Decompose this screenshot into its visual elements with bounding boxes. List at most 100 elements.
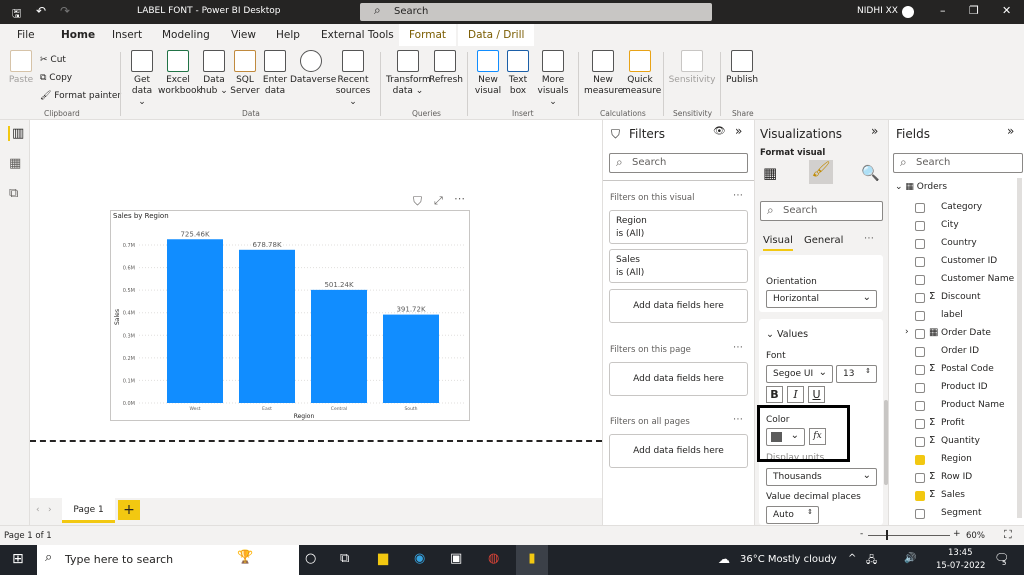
data-hub-button[interactable]: Data hub ⌄ (200, 46, 228, 97)
recent-sources-button[interactable]: Recent sources ⌄ (333, 46, 373, 108)
new-visual-button[interactable]: New visual (474, 46, 502, 97)
add-fields-page[interactable]: Add data fields here (609, 362, 748, 396)
field-item[interactable]: Σ Profit (915, 416, 1024, 434)
save-icon[interactable]: 🖫 (12, 5, 21, 24)
tab-home[interactable]: Home (61, 29, 96, 49)
viz-search[interactable]: Search (760, 201, 883, 221)
more-options-icon[interactable]: ⋯ (454, 192, 465, 205)
field-item[interactable]: Product Name (915, 398, 1024, 416)
field-item[interactable]: Customer Name (915, 272, 1024, 290)
filter-icon[interactable]: ⛉ (413, 194, 422, 209)
data-view-icon[interactable]: ▦ (9, 156, 21, 171)
clock-date[interactable]: 15-07-2022 (936, 561, 985, 571)
field-checkbox[interactable] (915, 437, 925, 447)
transform-data-button[interactable]: Transform data ⌄ (386, 46, 431, 97)
field-item[interactable]: Region (915, 452, 1024, 470)
field-checkbox[interactable] (915, 491, 925, 501)
field-item[interactable]: Category (915, 200, 1024, 218)
text-box-button[interactable]: Text box (506, 46, 530, 97)
chevron-right-icon[interactable]: › (905, 327, 909, 337)
taskbar-search[interactable]: ⌕ Type here to search 🏆 (37, 545, 299, 575)
font-dropdown[interactable]: Segoe UI ⌄ (766, 365, 833, 383)
sensitivity-button[interactable]: Sensitivity (668, 46, 716, 86)
tab-visual[interactable]: Visual (763, 235, 793, 251)
field-item[interactable]: Product ID (915, 380, 1024, 398)
analytics-icon[interactable]: 🔍 (861, 164, 880, 182)
tab-file[interactable]: File (17, 29, 35, 41)
title-search[interactable]: ⌕ Search (360, 3, 712, 21)
field-checkbox[interactable] (915, 257, 925, 267)
more-options-icon[interactable]: ⋯ (864, 233, 874, 244)
field-checkbox[interactable] (915, 419, 925, 429)
italic-button[interactable]: I (787, 386, 804, 403)
field-item[interactable]: Σ Postal Code (915, 362, 1024, 380)
cut-button[interactable]: ✂ Cut (40, 55, 66, 66)
field-item[interactable]: label (915, 308, 1024, 326)
field-item[interactable]: › ▦ Order Date (905, 326, 1024, 344)
field-item[interactable]: Σ Quantity (915, 434, 1024, 452)
bar-chart-visual[interactable]: Sales by Region 0.0M 0.1M 0.2M 0.3M 0.4M 0.5M… (110, 210, 470, 421)
close-icon[interactable]: ✕ (1002, 4, 1011, 17)
zoom-slider-thumb[interactable] (886, 530, 888, 540)
orientation-dropdown[interactable]: Horizontal ⌄ (766, 290, 877, 308)
collapse-icon[interactable]: » (735, 124, 742, 138)
model-view-icon[interactable]: ⧉ (9, 186, 18, 201)
more-options-icon[interactable]: ⋯ (733, 190, 743, 201)
avatar[interactable] (902, 6, 914, 18)
decimal-places-stepper[interactable]: Auto ⇕ (766, 506, 819, 524)
task-view-icon[interactable]: ⧉ (340, 551, 349, 566)
field-checkbox[interactable] (915, 347, 925, 357)
format-painter-button[interactable]: 🖌 Format painter (40, 91, 121, 102)
filters-search[interactable]: Search (609, 153, 748, 173)
field-item[interactable]: Customer ID (915, 254, 1024, 272)
file-explorer-icon[interactable]: ▆ (378, 551, 388, 566)
volume-icon[interactable]: 🔊 (904, 553, 916, 564)
next-page-icon[interactable]: › (48, 505, 52, 515)
publish-button[interactable]: Publish (726, 46, 758, 86)
redo-icon[interactable]: ↷ (60, 4, 70, 18)
zoom-in-button[interactable]: + (953, 529, 961, 539)
field-item[interactable]: Segment (915, 506, 1024, 524)
field-checkbox[interactable] (915, 365, 925, 375)
weather-text[interactable]: 36°C Mostly cloudy (740, 554, 837, 565)
format-visual-icon[interactable]: 🖌 (809, 160, 833, 184)
more-visuals-button[interactable]: More visuals ⌄ (533, 46, 573, 108)
chrome-icon[interactable]: ◍ (488, 551, 499, 566)
page-tab[interactable]: Page 1 (62, 498, 115, 523)
tray-chevron-icon[interactable]: ^ (848, 553, 856, 564)
table-orders[interactable]: ⌄ ▦ Orders (895, 182, 947, 192)
display-units-dropdown[interactable]: Thousands ⌄ (766, 468, 877, 486)
collapse-icon[interactable]: » (871, 124, 878, 138)
collapse-icon[interactable]: » (1007, 124, 1014, 138)
field-item[interactable]: Σ Sales (915, 488, 1024, 506)
field-checkbox[interactable] (915, 311, 925, 321)
field-item[interactable]: City (915, 218, 1024, 236)
tab-modeling[interactable]: Modeling (162, 29, 210, 41)
network-icon[interactable]: 🖧 (866, 553, 877, 570)
add-fields-all[interactable]: Add data fields here (609, 434, 748, 468)
excel-workbook-button[interactable]: Excel workbook (158, 46, 202, 97)
field-item[interactable]: Σ Row ID (915, 470, 1024, 488)
power-bi-taskbar-icon[interactable]: ▮ (516, 545, 548, 575)
field-checkbox[interactable] (915, 293, 925, 303)
filter-card-sales[interactable]: Sales is (All) (609, 249, 748, 283)
build-visual-icon[interactable]: ▦ (763, 164, 777, 182)
zoom-out-button[interactable]: - (860, 529, 863, 539)
restore-icon[interactable]: ❐ (969, 4, 979, 17)
enter-data-button[interactable]: Enter data (262, 46, 288, 97)
tab-format[interactable]: Format (399, 24, 457, 46)
fit-page-icon[interactable]: ⛶ (1004, 528, 1012, 542)
get-data-button[interactable]: Get data ⌄ (128, 46, 156, 108)
tab-view[interactable]: View (231, 29, 256, 41)
bold-button[interactable]: B (766, 386, 783, 403)
field-item[interactable]: Country (915, 236, 1024, 254)
field-checkbox[interactable] (915, 383, 925, 393)
store-icon[interactable]: ▣ (450, 551, 462, 566)
eye-icon[interactable]: 👁 (713, 126, 726, 137)
add-page-button[interactable]: + (118, 500, 140, 520)
paste-button[interactable]: Paste (8, 46, 34, 86)
tab-general[interactable]: General (804, 235, 843, 246)
focus-mode-icon[interactable]: ⤢ (434, 194, 443, 208)
field-checkbox[interactable] (915, 455, 925, 465)
underline-button[interactable]: U (808, 386, 825, 403)
